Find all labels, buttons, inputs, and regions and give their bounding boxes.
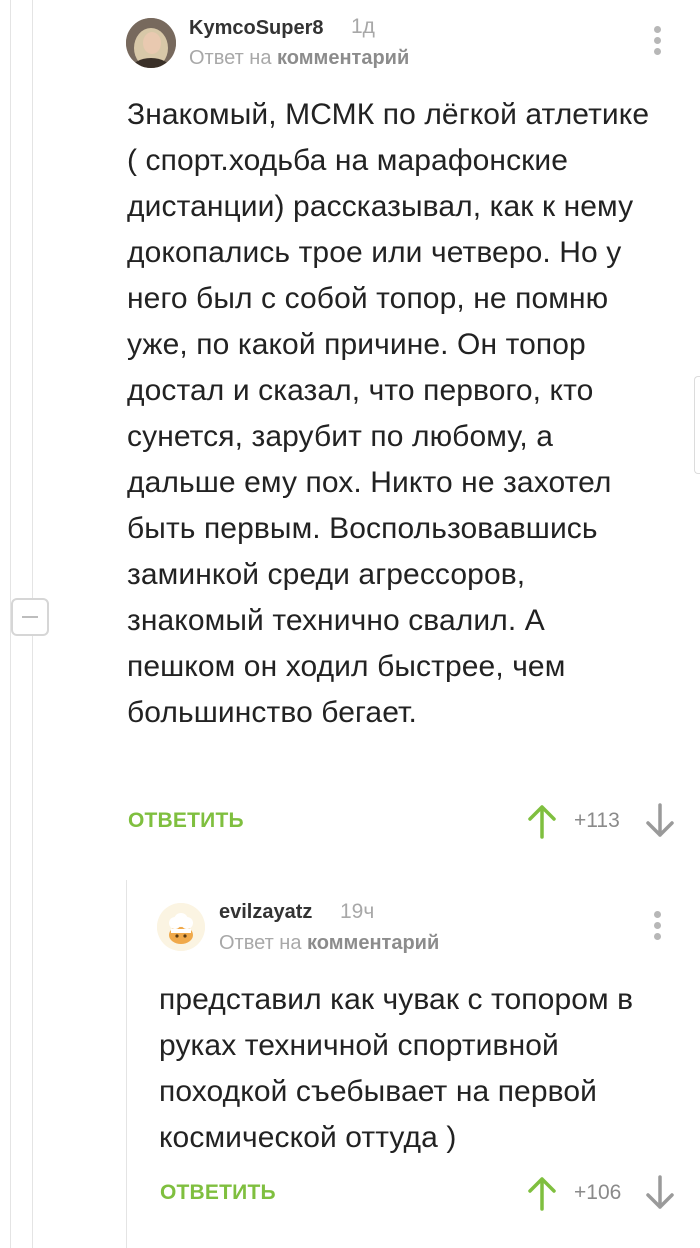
reply-to-line[interactable]: Ответ на комментарий: [219, 932, 439, 955]
downvote-arrow-icon[interactable]: [645, 803, 675, 839]
user-avatar[interactable]: [126, 18, 176, 68]
more-options-icon[interactable]: [652, 26, 664, 56]
upvote-arrow-icon[interactable]: [527, 803, 557, 839]
comment-body: представил как чувак с топором в руках т…: [159, 983, 634, 1154]
reply-button[interactable]: ОТВЕТИТЬ: [128, 809, 244, 833]
rating-value: +113: [574, 809, 620, 832]
thread-line-nested: [126, 880, 127, 1248]
scrollbar-thumb[interactable]: [694, 376, 700, 474]
reply-to-link[interactable]: комментарий: [277, 47, 409, 69]
comment-username[interactable]: evilzayatz: [219, 901, 312, 924]
comment-username[interactable]: KymcoSuper8: [189, 17, 324, 40]
comment-body: Знакомый, МСМК по лёгкой атлетике ( спор…: [127, 98, 650, 729]
collapse-minus-icon[interactable]: [11, 598, 49, 636]
comment-time: 1д: [351, 15, 375, 38]
chef-hat-avatar[interactable]: [157, 903, 205, 951]
reply-to-prefix: Ответ на: [189, 47, 272, 69]
reply-to-line[interactable]: Ответ на комментарий: [189, 47, 409, 70]
reply-to-prefix: Ответ на: [219, 932, 302, 954]
downvote-arrow-icon[interactable]: [645, 1175, 675, 1211]
upvote-arrow-icon[interactable]: [527, 1175, 557, 1211]
comment-time: 19ч: [340, 900, 375, 923]
rating-value: +106: [574, 1181, 622, 1204]
reply-button[interactable]: ОТВЕТИТЬ: [160, 1181, 276, 1205]
more-options-icon[interactable]: [652, 911, 664, 941]
reply-to-link[interactable]: комментарий: [307, 932, 439, 954]
